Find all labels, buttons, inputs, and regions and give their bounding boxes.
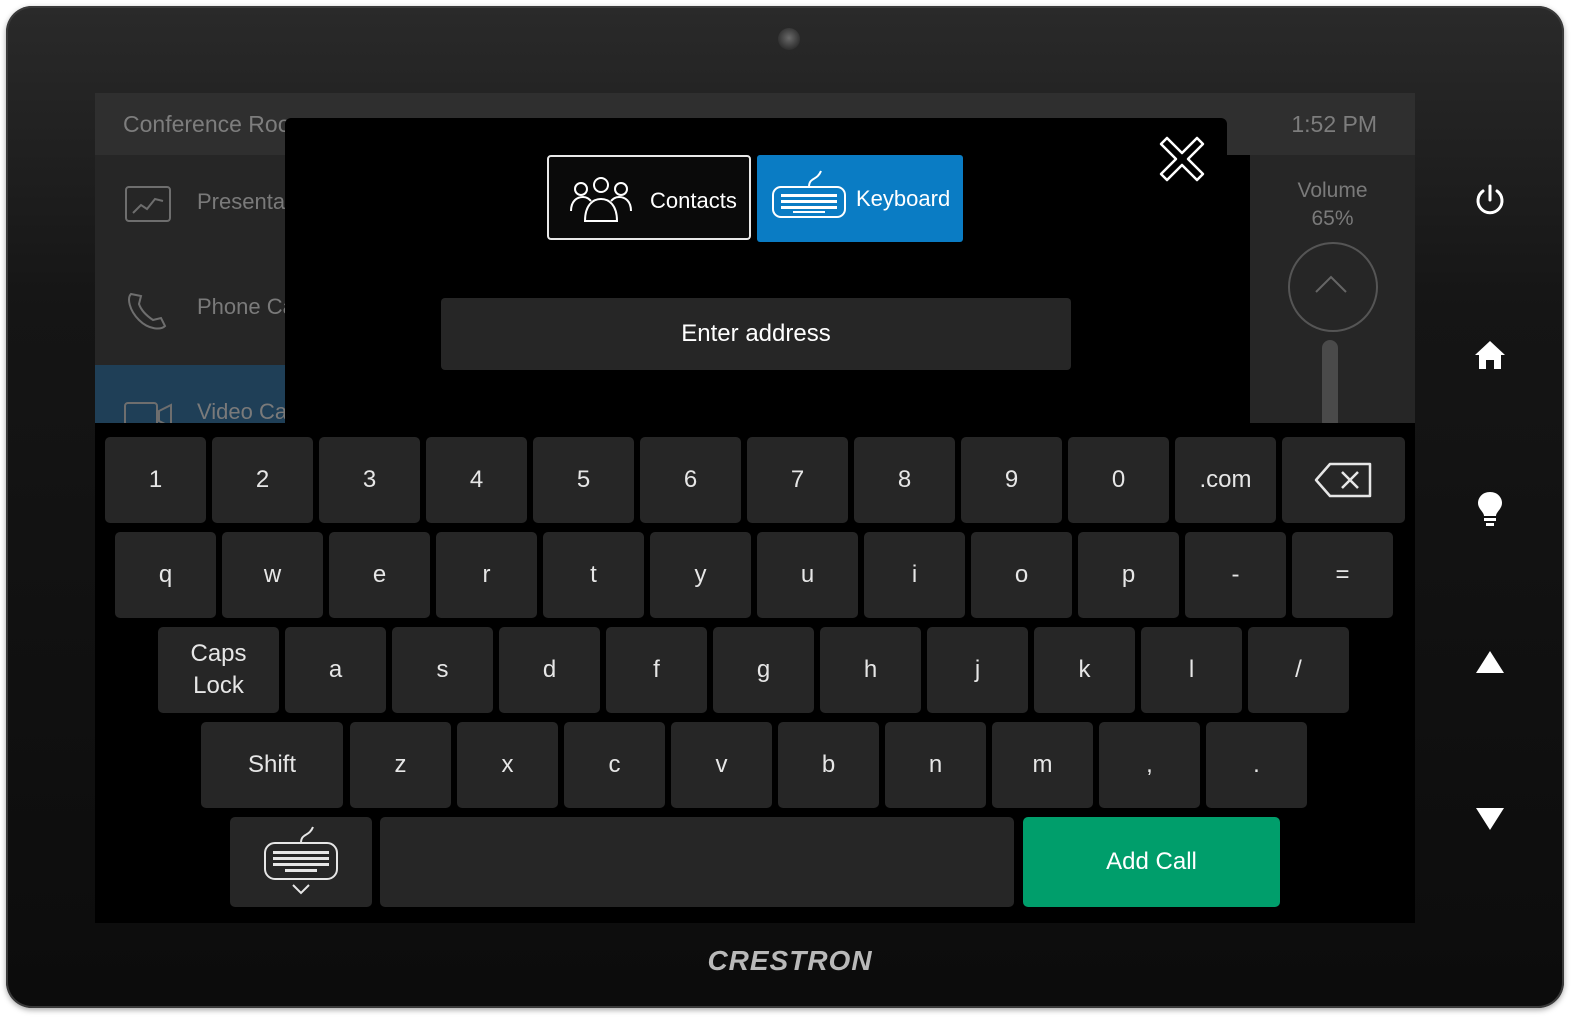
key-z[interactable]: z	[350, 722, 451, 808]
clock: 1:52 PM	[1291, 111, 1377, 137]
key-x[interactable]: x	[457, 722, 558, 808]
tab-keyboard[interactable]: Keyboard	[757, 155, 963, 242]
sidebar-item-label: Presenta	[197, 189, 286, 214]
key-y[interactable]: y	[650, 532, 751, 618]
contacts-icon	[570, 177, 632, 222]
backspace-key[interactable]	[1282, 437, 1405, 523]
key-k[interactable]: k	[1034, 627, 1135, 713]
key-h[interactable]: h	[820, 627, 921, 713]
key-g[interactable]: g	[713, 627, 814, 713]
close-icon[interactable]	[1157, 134, 1207, 184]
hide-keyboard-icon	[264, 826, 338, 895]
room-name: Conference Roo	[123, 111, 291, 137]
sidebar-item-phone[interactable]: Phone Ca	[95, 260, 295, 365]
key-w[interactable]: w	[222, 532, 323, 618]
key-4[interactable]: 4	[426, 437, 527, 523]
sidebar-item-presentation[interactable]: Presenta	[95, 155, 285, 260]
key-dotcom[interactable]: .com	[1175, 437, 1276, 523]
key-r[interactable]: r	[436, 532, 537, 618]
hide-keyboard-button[interactable]	[230, 817, 372, 907]
down-arrow-icon[interactable]	[1470, 798, 1510, 838]
key-7[interactable]: 7	[747, 437, 848, 523]
brand-logo: CRESTRON	[707, 945, 873, 976]
key-5[interactable]: 5	[533, 437, 634, 523]
touch-screen: Conference Roo 1:52 PM Presenta Phone Ca…	[95, 93, 1415, 923]
key-n[interactable]: n	[885, 722, 986, 808]
keyboard-icon	[772, 170, 846, 218]
key-l[interactable]: l	[1141, 627, 1242, 713]
key-s[interactable]: s	[392, 627, 493, 713]
sidebar-item-label: Video Cal	[197, 399, 292, 424]
volume-label: Volume	[1297, 179, 1368, 202]
tab-contacts-label: Contacts	[650, 188, 737, 213]
key-1[interactable]: 1	[105, 437, 206, 523]
volume-label-group: Volume 65%	[1250, 177, 1415, 233]
key-m[interactable]: m	[992, 722, 1093, 808]
sidebar: Presenta Phone Ca Video Cal	[95, 155, 295, 470]
dial-modal: Contacts Keyboard Enter address	[285, 118, 1227, 428]
camera-icon	[778, 28, 800, 50]
key-e[interactable]: e	[329, 532, 430, 618]
light-bulb-icon[interactable]	[1470, 488, 1510, 528]
key-comma[interactable]: ,	[1099, 722, 1200, 808]
volume-value: 65%	[1311, 207, 1354, 230]
key-a[interactable]: a	[285, 627, 386, 713]
key-j[interactable]: j	[927, 627, 1028, 713]
key-u[interactable]: u	[757, 532, 858, 618]
key-o[interactable]: o	[971, 532, 1072, 618]
key-t[interactable]: t	[543, 532, 644, 618]
power-icon[interactable]	[1470, 180, 1510, 220]
on-screen-keyboard: 1 2 3 4 5 6 7 8 9 0 .com q w e r t y u i…	[95, 423, 1415, 923]
key-6[interactable]: 6	[640, 437, 741, 523]
presentation-icon	[125, 186, 171, 222]
key-3[interactable]: 3	[319, 437, 420, 523]
backspace-icon	[1314, 462, 1371, 498]
caps-lock-key[interactable]: Caps Lock	[158, 627, 279, 713]
key-b[interactable]: b	[778, 722, 879, 808]
key-0[interactable]: 0	[1068, 437, 1169, 523]
key-9[interactable]: 9	[961, 437, 1062, 523]
key-equals[interactable]: =	[1292, 532, 1393, 618]
key-f[interactable]: f	[606, 627, 707, 713]
space-key[interactable]	[380, 817, 1014, 907]
key-q[interactable]: q	[115, 532, 216, 618]
chevron-up-icon	[1315, 275, 1347, 293]
caps-lock-label: Caps Lock	[190, 640, 247, 699]
key-v[interactable]: v	[671, 722, 772, 808]
up-arrow-icon[interactable]	[1470, 643, 1510, 683]
tab-contacts[interactable]: Contacts	[547, 155, 751, 240]
volume-up-button[interactable]	[1288, 242, 1378, 332]
tab-keyboard-label: Keyboard	[856, 186, 951, 211]
key-8[interactable]: 8	[854, 437, 955, 523]
shift-key[interactable]: Shift	[201, 722, 343, 808]
address-input[interactable]: Enter address	[441, 298, 1071, 370]
volume-panel: Volume 65%	[1250, 155, 1415, 430]
key-minus[interactable]: -	[1185, 532, 1286, 618]
sidebar-item-label: Phone Ca	[197, 294, 295, 319]
key-p[interactable]: p	[1078, 532, 1179, 618]
volume-slider[interactable]	[1322, 340, 1338, 430]
add-call-button[interactable]: Add Call	[1023, 817, 1280, 907]
key-period[interactable]: .	[1206, 722, 1307, 808]
key-d[interactable]: d	[499, 627, 600, 713]
phone-icon	[128, 292, 167, 330]
key-slash[interactable]: /	[1248, 627, 1349, 713]
home-icon[interactable]	[1470, 335, 1510, 375]
key-2[interactable]: 2	[212, 437, 313, 523]
key-i[interactable]: i	[864, 532, 965, 618]
key-c[interactable]: c	[564, 722, 665, 808]
